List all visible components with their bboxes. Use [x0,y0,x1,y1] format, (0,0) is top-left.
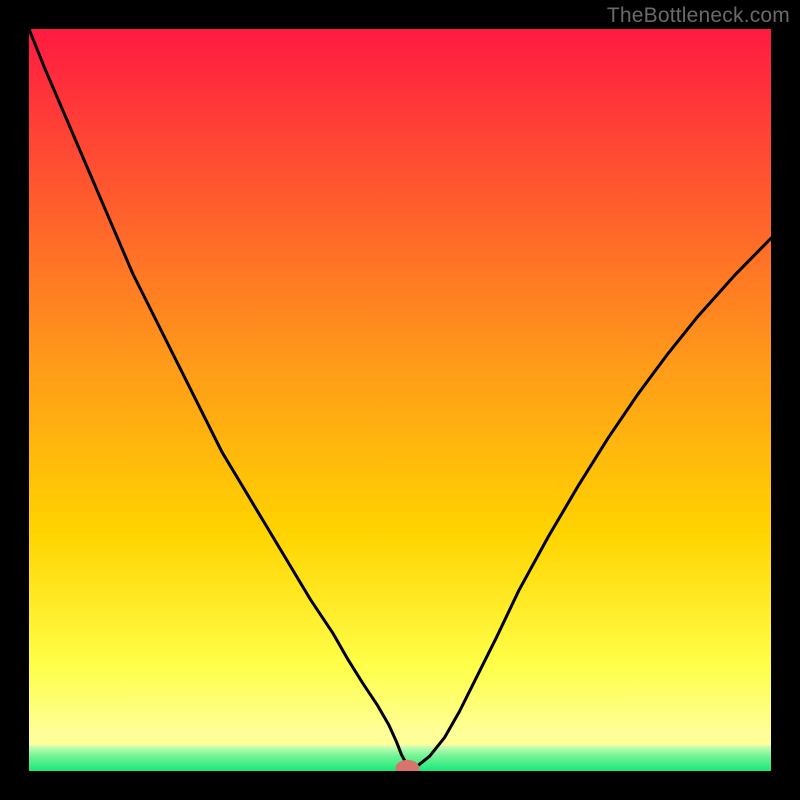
chart-frame: TheBottleneck.com [0,0,800,800]
bottleneck-chart [29,29,771,771]
watermark-text: TheBottleneck.com [607,4,790,28]
chart-background-gradient [29,29,771,771]
